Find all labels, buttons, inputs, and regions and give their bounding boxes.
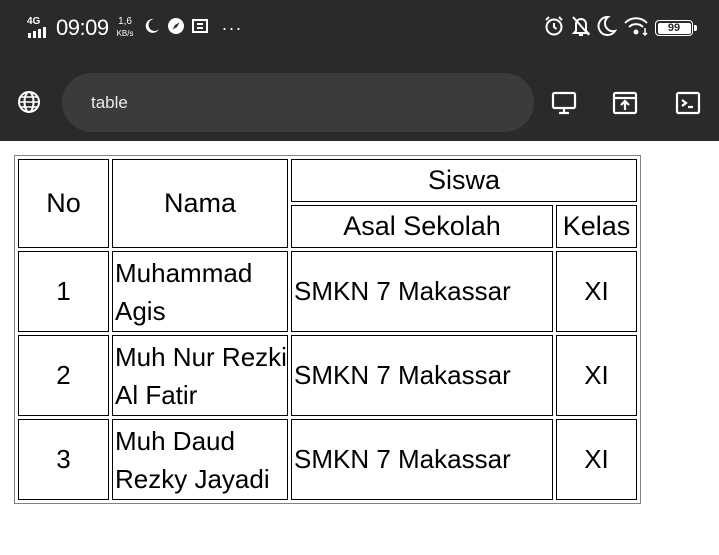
wifi-icon <box>623 16 649 41</box>
signal-icon: 4G <box>26 16 50 40</box>
cell-asal-sekolah: SMKN 7 Makassar <box>291 251 553 332</box>
compass-icon <box>167 17 185 40</box>
table-row: 2 Muh Nur Rezki Al Fatir SMKN 7 Makassar… <box>18 335 637 416</box>
alarm-icon <box>543 15 565 42</box>
status-bar: 4G 09:09 1,6 KB/s ··· 99 <box>0 0 719 56</box>
table-row: 1 Muhammad Agis SMKN 7 Makassar XI <box>18 251 637 332</box>
cell-no: 1 <box>18 251 109 332</box>
page-content: No Nama Siswa Asal Sekolah Kelas 1 Muham… <box>0 141 719 555</box>
cell-nama: Muhammad Agis <box>112 251 288 332</box>
cell-no: 2 <box>18 335 109 416</box>
screenshot-icon <box>191 17 209 40</box>
battery-level: 99 <box>667 22 681 34</box>
moon-icon <box>143 17 161 40</box>
cell-kelas: XI <box>556 335 637 416</box>
battery-icon: 99 <box>655 20 697 36</box>
status-bar-right: 99 <box>543 13 697 43</box>
header-siswa: Siswa <box>291 159 637 202</box>
moon-icon <box>597 15 618 42</box>
table-row: 3 Muh Daud Rezky Jayadi SMKN 7 Makassar … <box>18 419 637 500</box>
header-no: No <box>18 159 109 248</box>
cell-asal-sekolah: SMKN 7 Makassar <box>291 335 553 416</box>
address-bar-text[interactable]: table <box>91 93 128 113</box>
cell-asal-sekolah: SMKN 7 Makassar <box>291 419 553 500</box>
speed-unit: KB/s <box>116 29 134 38</box>
more-notifications-icon: ··· <box>221 18 243 38</box>
share-icon[interactable] <box>612 90 638 116</box>
cell-kelas: XI <box>556 419 637 500</box>
bell-off-icon <box>571 15 591 42</box>
cell-no: 3 <box>18 419 109 500</box>
address-bar[interactable]: table <box>62 73 534 132</box>
cell-nama: Muh Nur Rezki Al Fatir <box>112 335 288 416</box>
globe-icon[interactable] <box>17 90 41 114</box>
network-speed: 1,6 KB/s <box>117 16 134 40</box>
status-time: 09:09 <box>56 15 109 40</box>
browser-toolbar: table <box>0 56 719 141</box>
cell-kelas: XI <box>556 251 637 332</box>
students-table: No Nama Siswa Asal Sekolah Kelas 1 Muham… <box>14 155 641 504</box>
header-kelas: Kelas <box>556 205 637 248</box>
header-asal-sekolah: Asal Sekolah <box>291 205 553 248</box>
speed-value: 1,6 <box>118 16 132 27</box>
console-icon[interactable] <box>675 90 701 116</box>
header-nama: Nama <box>112 159 288 248</box>
cell-nama: Muh Daud Rezky Jayadi <box>112 419 288 500</box>
network-type: 4G <box>27 16 41 27</box>
desktop-icon[interactable] <box>551 90 577 116</box>
status-bar-left: 4G 09:09 1,6 KB/s ··· <box>26 11 242 45</box>
